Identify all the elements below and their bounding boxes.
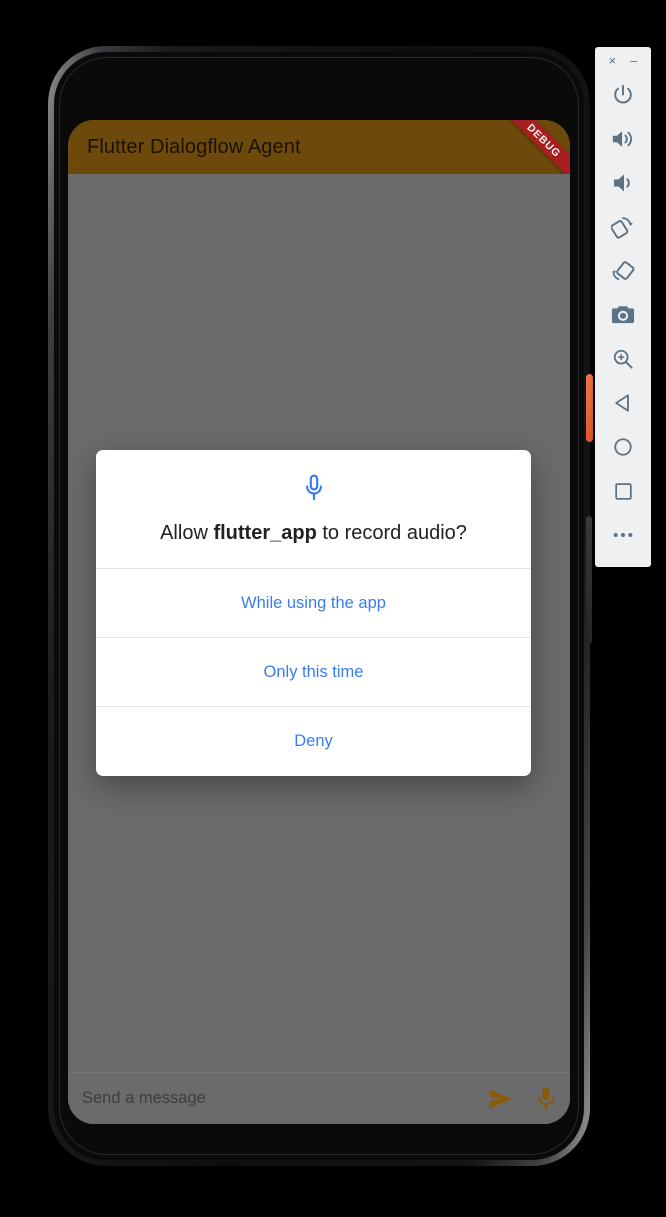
send-icon[interactable]: [488, 1088, 514, 1110]
permission-dialog-title: Allow flutter_app to record audio?: [114, 520, 513, 546]
microphone-icon: [305, 474, 322, 501]
phone-device-frame: Flutter Dialogflow Agent DEBUG Allow flu…: [48, 46, 593, 1166]
window-controls: × –: [595, 47, 651, 73]
screenshot-button[interactable]: [601, 293, 645, 337]
message-input-bar: [68, 1072, 570, 1124]
home-button[interactable]: [601, 425, 645, 469]
permission-title-suffix: to record audio?: [316, 522, 467, 544]
rotate-right-icon: [612, 261, 635, 281]
zoom-in-icon: [613, 349, 633, 369]
chat-body-scrim: Allow flutter_app to record audio? While…: [68, 174, 570, 1072]
permission-dialog: Allow flutter_app to record audio? While…: [96, 450, 531, 776]
volume-up-button[interactable]: [601, 117, 645, 161]
back-icon: [615, 394, 629, 412]
minimize-window-button[interactable]: –: [630, 54, 637, 67]
microphone-icon[interactable]: [536, 1086, 556, 1112]
home-icon: [614, 438, 632, 456]
permission-dialog-header: Allow flutter_app to record audio?: [96, 450, 531, 569]
phone-screen: Flutter Dialogflow Agent DEBUG Allow flu…: [68, 120, 570, 1124]
more-icon: [613, 532, 633, 538]
zoom-button[interactable]: [601, 337, 645, 381]
volume-up-icon: [612, 131, 633, 147]
deny-label: Deny: [294, 732, 333, 750]
deny-button[interactable]: Deny: [96, 707, 531, 776]
while-using-the-app-button[interactable]: While using the app: [96, 569, 531, 638]
debug-ribbon: DEBUG: [496, 120, 570, 174]
volume-down-icon: [614, 174, 630, 192]
more-button[interactable]: [601, 513, 645, 557]
permission-title-app-name: flutter_app: [213, 522, 317, 544]
power-button[interactable]: [601, 73, 645, 117]
power-icon: [614, 84, 632, 104]
overview-icon: [614, 482, 632, 500]
only-this-time-button[interactable]: Only this time: [96, 638, 531, 707]
message-input[interactable]: [82, 1089, 488, 1108]
rotate-left-button[interactable]: [601, 205, 645, 249]
camera-icon: [611, 306, 635, 324]
only-this-time-label: Only this time: [263, 662, 364, 681]
rotate-left-icon: [611, 217, 633, 239]
emulator-toolbar: × –: [595, 47, 651, 567]
app-bar: Flutter Dialogflow Agent DEBUG: [68, 120, 570, 174]
permission-title-prefix: Allow: [160, 522, 214, 544]
overview-button[interactable]: [601, 469, 645, 513]
page-title: Flutter Dialogflow Agent: [87, 135, 301, 158]
back-button[interactable]: [601, 381, 645, 425]
volume-down-button[interactable]: [601, 161, 645, 205]
while-using-the-app-label: While using the app: [241, 593, 386, 612]
power-button[interactable]: [586, 374, 593, 442]
debug-ribbon-label: DEBUG: [524, 121, 564, 160]
rotate-right-button[interactable]: [601, 249, 645, 293]
close-window-button[interactable]: ×: [609, 54, 617, 67]
volume-rocker[interactable]: [586, 516, 592, 644]
screenshot-root: Flutter Dialogflow Agent DEBUG Allow flu…: [0, 0, 666, 1217]
